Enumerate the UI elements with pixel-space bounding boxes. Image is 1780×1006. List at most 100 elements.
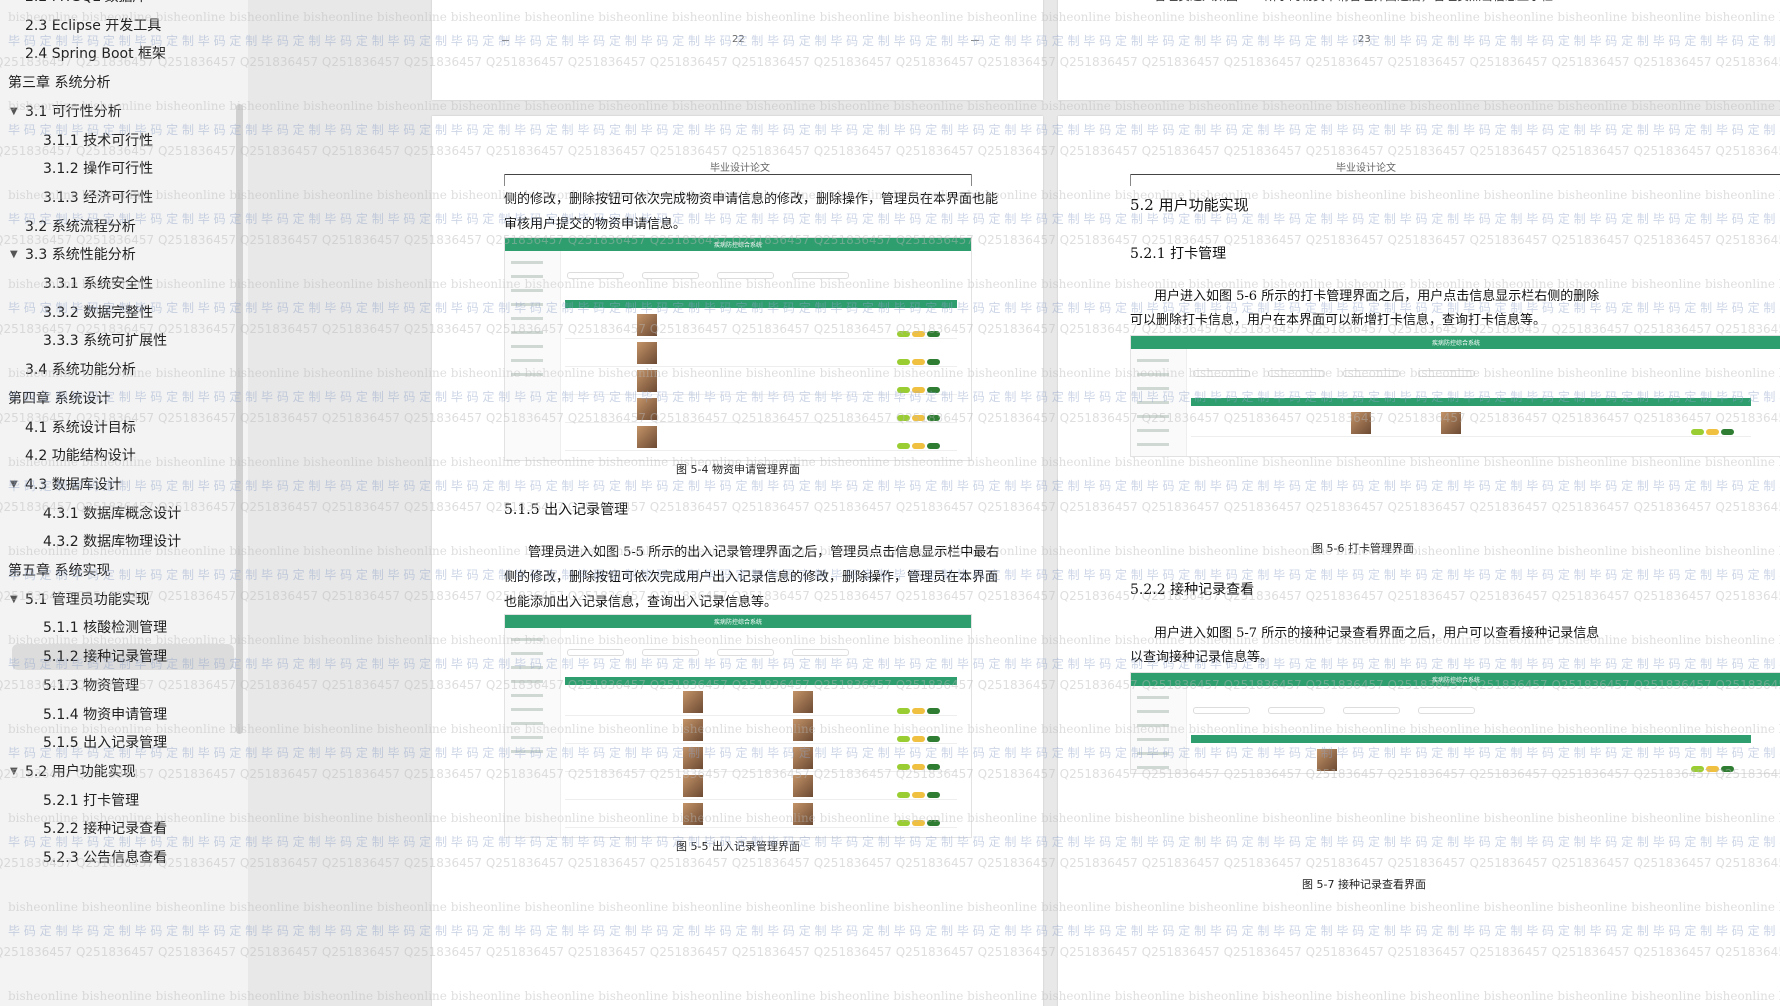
outline-item[interactable]: 3.2 系统流程分析 (0, 214, 236, 240)
screenshot-row-actions (897, 434, 945, 449)
screenshot-row-actions (897, 378, 945, 393)
screenshot-search-field (1268, 707, 1325, 714)
expand-caret-icon[interactable]: ▼ (10, 242, 18, 268)
outline-item-label: 5.1.2 接种记录管理 (43, 649, 168, 666)
screenshot-menu-line (1137, 401, 1169, 404)
screenshot-menu-line (511, 331, 543, 334)
outline-item-label: 第四章 系统设计 (8, 390, 111, 407)
expand-caret-icon[interactable]: ▼ (10, 99, 18, 125)
screenshot-search-field (1193, 707, 1250, 714)
outline-item[interactable]: 5.1.1 核酸检测管理 (0, 615, 236, 641)
screenshot-thumbnail (683, 775, 703, 797)
screenshot-search-field (792, 272, 849, 279)
screenshot-table-row (1191, 773, 1751, 774)
outline-item-label: 5.1.3 物资管理 (43, 677, 140, 694)
screenshot-titlebar: 疾病防控综合系统 (1131, 336, 1780, 349)
outline-item[interactable]: 4.3.2 数据库物理设计 (0, 529, 236, 555)
screenshot-sidebar (1131, 686, 1187, 773)
screenshot-thumbnail (793, 747, 813, 769)
screenshot-table-row (565, 799, 957, 800)
paragraph-line: 可以删除打卡信息，用户在本界面可以新增打卡信息，查询打卡信息等。 (1130, 313, 1547, 328)
outline-item[interactable]: 3.1.1 技术可行性 (0, 128, 236, 154)
screenshot-menu-line (1137, 359, 1169, 362)
screenshot-menu-line (1137, 766, 1169, 769)
outline-item[interactable]: 5.1.5 出入记录管理 (0, 730, 236, 756)
screenshot-menu-line (511, 345, 543, 348)
outline-item[interactable]: 3.1.2 操作可行性 (0, 156, 236, 182)
outline-item[interactable]: 第五章 系统实现 (0, 558, 236, 584)
expand-caret-icon[interactable]: ▼ (10, 587, 18, 613)
screenshot-thumbnail (793, 803, 813, 825)
outline-item[interactable]: 5.2.2 接种记录查看 (0, 816, 236, 842)
outline-item-label: 5.1 管理员功能实现 (25, 591, 150, 608)
crop-mark (971, 40, 979, 41)
outline-item[interactable]: 4.2 功能结构设计 (0, 443, 236, 469)
outline-item[interactable]: 5.1.4 物资申请管理 (0, 702, 236, 728)
screenshot-table-row (565, 827, 957, 828)
outline-item[interactable]: 3.1.3 经济可行性 (0, 185, 236, 211)
outline-item[interactable]: 4.1 系统设计目标 (0, 415, 236, 441)
screenshot-row-actions (897, 811, 945, 826)
screenshot-search-field (567, 272, 624, 279)
outline-item[interactable]: ▼ 3.1 可行性分析 (0, 99, 236, 125)
outline-item[interactable]: 2.2 MYSQL 数据库 (0, 0, 236, 10)
outline-item[interactable]: 5.2.1 打卡管理 (0, 788, 236, 814)
outline-item-label: 5.1.4 物资申请管理 (43, 706, 168, 723)
outline-item[interactable]: 2.3 Eclipse 开发工具 (0, 13, 236, 39)
outline-item[interactable]: 5.2.3 公告信息查看 (0, 845, 236, 871)
outline-item[interactable]: 3.3.1 系统安全性 (0, 271, 236, 297)
subsection-heading: 5.2.2 接种记录查看 (1130, 582, 1255, 598)
screenshot-sidebar (505, 628, 561, 837)
outline-item-label: 2.2 MYSQL 数据库 (25, 0, 147, 10)
outline-item[interactable]: 3.3.2 数据完整性 (0, 300, 236, 326)
screenshot-title: 疾病防控综合系统 (713, 619, 762, 626)
screenshot-menu-line (1137, 752, 1169, 755)
outline-item[interactable]: 5.1.2 接种记录管理 (12, 644, 234, 671)
page-text: 管理员进入如图 5-4 所示的物资申请管理界面之后，管理员点击信息显示栏 (1154, 0, 1553, 9)
outline-item[interactable]: 5.1.3 物资管理 (0, 673, 236, 699)
paragraph-line: 用户进入如图 5-6 所示的打卡管理界面之后，用户点击信息显示栏右侧的删除 (1154, 289, 1600, 304)
outline-item[interactable]: ▼ 5.2 用户功能实现 (0, 759, 236, 785)
crop-mark (502, 40, 509, 41)
expand-caret-icon[interactable]: ▼ (10, 759, 18, 785)
outline-item[interactable]: 第三章 系统分析 (0, 70, 236, 96)
screenshot-menu-line (511, 722, 543, 725)
outline-item-label: 4.3.2 数据库物理设计 (43, 534, 182, 551)
outline-item-label: 3.1 可行性分析 (25, 103, 122, 120)
screenshot-thumbnail (793, 691, 813, 713)
outline-scrollbar[interactable] (236, 104, 243, 734)
screenshot-table-row (565, 338, 957, 339)
subsection-heading: 5.2.1 打卡管理 (1130, 246, 1227, 262)
figure-caption: 图 5-6 打卡管理界面 (1312, 542, 1414, 555)
outline-item[interactable]: 2.4 Spring Boot 框架 (0, 41, 236, 67)
page-23: 管理员进入如图 5-4 所示的物资申请管理界面之后，管理员点击信息显示栏 23 (1058, 0, 1780, 100)
screenshot-titlebar: 疾病防控综合系统 (505, 238, 971, 251)
outline-item[interactable]: ▼ 3.3 系统性能分析 (0, 242, 236, 268)
outline-item[interactable]: ▼ 5.1 管理员功能实现 (0, 587, 236, 613)
screenshot-table-row (565, 743, 957, 744)
outline-item-label: 5.2.1 打卡管理 (43, 792, 140, 809)
screenshot-menu-line (1137, 696, 1169, 699)
screenshot-menu-line (511, 680, 543, 683)
screenshot-thumbnail (1351, 412, 1371, 434)
screenshot-table-row (565, 450, 957, 451)
figure-5-5-screenshot: 疾病防控综合系统 (504, 614, 972, 838)
page-number: 22 (732, 34, 745, 45)
screenshot-search-field (1343, 707, 1400, 714)
header-rule (504, 174, 972, 175)
screenshot-menu-line (1137, 373, 1169, 376)
outline-item[interactable]: 第四章 系统设计 (0, 386, 236, 412)
outline-item[interactable]: 4.3.1 数据库概念设计 (0, 501, 236, 527)
figure-caption: 图 5-5 出入记录管理界面 (676, 840, 800, 853)
screenshot-menu-line (1137, 710, 1169, 713)
screenshot-search-field (642, 649, 699, 656)
crop-mark (504, 174, 505, 186)
expand-caret-icon[interactable]: ▼ (10, 472, 18, 498)
page-right: 毕业设计论文 5.2 用户功能实现 5.2.1 打卡管理 用户进入如图 5-6 … (1058, 116, 1780, 1006)
figure-caption: 图 5-4 物资申请管理界面 (676, 463, 800, 476)
outline-item[interactable]: ▼ 4.3 数据库设计 (0, 472, 236, 498)
outline-item[interactable]: 3.4 系统功能分析 (0, 357, 236, 383)
screenshot-table-row (565, 422, 957, 423)
outline-pane: 2.2 MYSQL 数据库 2.3 Eclipse 开发工具 2.4 Spring … (0, 0, 249, 1006)
outline-item[interactable]: 3.3.3 系统可扩展性 (0, 328, 236, 354)
